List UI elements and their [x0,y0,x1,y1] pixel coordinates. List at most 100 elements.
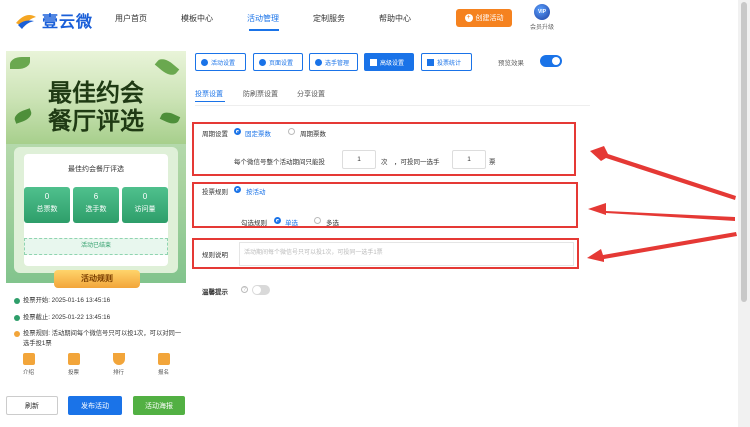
tool-label: 页面设置 [269,60,294,67]
same-contestant-text: ，可投同一选手 [394,159,440,166]
stat-label: 总票数 [36,206,58,213]
help-icon[interactable]: ? [241,286,248,293]
preview-info-card: 最佳约会餐厅评选 0 总票数 6 选手数 0 访问量 活动已结束 [14,147,178,273]
nav-custom-service[interactable]: 定制服务 [313,13,379,24]
tab-signup[interactable]: 报名 [149,353,179,381]
clock-icon [14,298,20,304]
limit-unit-text: 次 [381,159,388,166]
logo[interactable]: 壹云微 [14,8,93,32]
gear-icon [259,58,266,66]
vote-icon [67,353,80,365]
tool-label: 投票统计 [437,60,462,67]
rule-description-textarea[interactable]: 活动期间每个微信号只可以投1次，可投同一选手1票 [239,242,574,266]
phone-tabbar: 介绍 投票 排行 报名 [6,350,186,381]
rule-text: 投票规则: 活动期间每个微信号只可以投1次，可以对同一选手投1票 [23,330,182,347]
users-icon [315,58,322,66]
signup-icon [157,353,170,365]
radio-single-select[interactable] [274,217,281,224]
option-single-select[interactable]: 单选 [285,217,298,227]
logo-icon [16,15,36,29]
plus-icon: + [464,14,473,22]
option-cycle-votes[interactable]: 周期票数 [300,128,326,138]
option-by-activity[interactable]: 按活动 [246,186,266,196]
rule-description-label: 规则说明 [202,252,228,259]
poster-button[interactable]: 活动海报 [133,396,185,415]
stats-row: 0 总票数 6 选手数 0 访问量 [24,187,168,223]
rule-start: 投票开始: 2025-01-16 13:45:16 [14,296,184,306]
refresh-button[interactable]: 刷新 [6,396,58,415]
radio-by-activity[interactable] [234,186,241,193]
stat-visits: 0 访问量 [122,187,168,223]
tool-activity-settings[interactable]: 活动设置 [195,53,246,71]
stat-contestants: 6 选手数 [73,187,119,223]
tab-label: 报名 [157,370,169,376]
nav-home[interactable]: 用户首页 [115,13,181,24]
tab-vote[interactable]: 投票 [59,353,89,381]
subtab-anti-fraud-settings[interactable]: 防刷票设置 [243,89,278,99]
leaf-decoration [10,57,30,69]
stat-value: 6 [93,192,99,201]
rule-end: 投票截止: 2025-01-22 13:45:16 [14,313,184,323]
nav-active-indicator [249,29,279,31]
subtab-active-indicator [195,101,225,102]
activity-title: 最佳约会餐厅评选 [68,166,124,173]
rule-text: 投票截止: 2025-01-22 13:45:16 [23,314,111,321]
clock-icon [14,315,20,321]
tab-ranking[interactable]: 排行 [104,353,134,381]
arrow-icon [587,146,737,262]
nav-help[interactable]: 帮助中心 [379,13,445,24]
tab-label: 投票 [67,370,79,376]
rule-text: 投票开始: 2025-01-16 13:45:16 [23,297,111,304]
preview-effect-toggle[interactable] [540,55,562,67]
warm-tips-label: 温馨提示 [202,289,228,296]
vip-icon: VIP [534,4,550,20]
phone-preview: 最佳约会 餐厅评选 最佳约会餐厅评选 0 总票数 6 选手数 0 访问量 活动已… [6,51,186,381]
limit-prefix-text: 每个微信号整个活动期间只能投 [234,159,325,166]
intro-icon [22,353,35,365]
cycle-settings-label: 周期设置 [202,131,228,138]
main-nav: 用户首页 模板中心 活动管理 定制服务 帮助中心 [115,13,445,24]
subtab-vote-settings[interactable]: 投票设置 [195,89,223,99]
trophy-icon [112,353,125,365]
tool-advanced-settings[interactable]: 高级设置 [364,53,414,71]
radio-cycle-votes[interactable] [288,128,295,135]
preview-effect-label: 预览效果 [498,60,524,67]
option-fixed-votes[interactable]: 固定票数 [245,128,271,138]
subtab-share-settings[interactable]: 分享设置 [297,89,325,99]
tool-label: 高级设置 [380,60,405,67]
info-icon [14,331,20,337]
logo-text: 壹云微 [42,14,94,31]
sliders-icon [370,58,377,66]
radio-multi-select[interactable] [314,217,321,224]
vip-upgrade[interactable]: VIP 会员升级 [527,4,557,31]
limit-times-input[interactable]: 1 [342,150,376,169]
same-contestant-votes-input[interactable]: 1 [452,150,486,169]
rules-title-tag: 活动规则 [54,270,140,288]
radio-fixed-votes[interactable] [234,128,241,135]
scrollbar-thumb[interactable] [741,2,747,302]
nav-templates[interactable]: 模板中心 [181,13,247,24]
create-activity-button[interactable]: + 创建活动 [456,9,512,27]
tab-label: 排行 [112,370,124,376]
vip-label: 会员升级 [529,25,554,31]
tool-label: 选手管理 [325,60,350,67]
publish-button[interactable]: 发布活动 [68,396,122,415]
nav-activity-management[interactable]: 活动管理 [247,13,313,24]
warm-tips-toggle[interactable] [252,285,270,295]
tool-contestant-management[interactable]: 选手管理 [309,53,358,71]
app-root: 壹云微 用户首页 模板中心 活动管理 定制服务 帮助中心 + 创建活动 VIP … [0,0,750,427]
tool-vote-statistics[interactable]: 投票统计 [421,53,472,71]
stat-total-votes: 0 总票数 [24,187,70,223]
tool-page-settings[interactable]: 页面设置 [253,53,303,71]
tool-label: 活动设置 [211,60,236,67]
tab-intro[interactable]: 介绍 [14,353,44,381]
gear-icon [201,58,208,66]
banner-title-line2: 餐厅评选 [48,106,144,135]
option-multi-select[interactable]: 多选 [326,217,339,227]
activity-ended-status: 活动已结束 [24,238,168,255]
vote-rule-label: 投票规则 [202,189,228,196]
check-rule-label: 勾选规则 [241,220,267,227]
stat-label: 选手数 [85,206,107,213]
preview-info-inner: 最佳约会餐厅评选 0 总票数 6 选手数 0 访问量 活动已结束 [24,154,168,266]
rule-vote: 投票规则: 活动期间每个微信号只可以投1次，可以对同一选手投1票 [14,329,184,349]
